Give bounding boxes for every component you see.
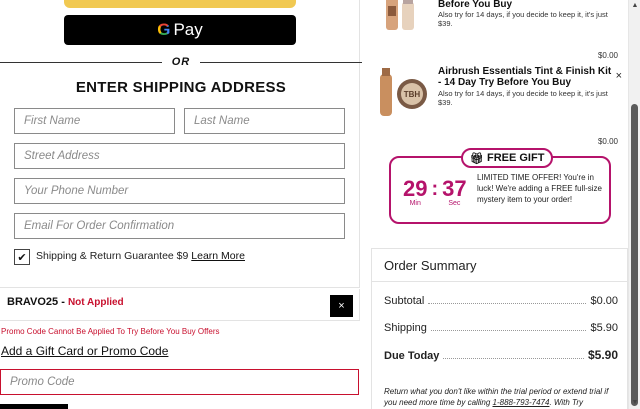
product-image: TBH [380, 68, 427, 116]
subtotal-row: Subtotal $0.00 [384, 295, 618, 307]
item-description: Also try for 14 days, if you decide to k… [438, 89, 608, 107]
minutes-label: Min [409, 200, 421, 207]
item-description: Also try for 14 days, if you decide to k… [438, 10, 608, 28]
paypal-button[interactable] [64, 0, 296, 8]
email-field[interactable]: Email For Order Confirmation [14, 213, 345, 239]
due-today-label: Due Today [384, 350, 440, 362]
divider-line [0, 61, 162, 63]
order-summary-title: Order Summary [384, 258, 477, 273]
free-gift-badge: 🎁︎ FREE GIFT [461, 148, 554, 168]
item-price: $0.00 [597, 51, 618, 60]
add-gift-card-link[interactable]: Add a Gift Card or Promo Code [1, 344, 168, 358]
scroll-down-icon[interactable]: ▼ [630, 399, 640, 407]
scroll-up-icon[interactable]: ▲ [630, 2, 640, 10]
countdown-timer: 29 Min : 37 Sec [403, 178, 467, 208]
cart-column: Before You Buy Also try for 14 days, if … [362, 0, 628, 409]
or-divider: OR [0, 55, 362, 69]
promo-error-message: Promo Code Cannot Be Applied To Try Befo… [1, 327, 220, 336]
checkout-column: G Pay OR ENTER SHIPPING ADDRESS First Na… [0, 0, 362, 409]
remove-promo-button[interactable]: × [330, 295, 353, 317]
item-price: $0.00 [597, 137, 618, 146]
last-name-field[interactable]: Last Name [184, 108, 345, 134]
promo-separator: - [58, 296, 68, 308]
gpay-label: Pay [173, 20, 203, 39]
gift-badge-label: FREE GIFT [486, 152, 545, 164]
minutes-value: 29 [403, 176, 428, 201]
subtotal-label: Subtotal [384, 295, 425, 307]
shipping-row: Shipping $5.90 [384, 322, 618, 334]
apply-promo-button[interactable] [0, 404, 68, 409]
promo-code: BRAVO25 [7, 296, 59, 308]
seconds-label: Sec [448, 200, 461, 207]
shipping-value: $5.90 [590, 322, 618, 334]
check-icon: ✔ [17, 251, 27, 264]
summary-divider [372, 281, 627, 282]
item-title: Before You Buy [438, 0, 513, 10]
remove-item-button[interactable]: × [616, 70, 622, 82]
timer-minutes: 29 Min [403, 178, 427, 208]
street-address-field[interactable]: Street Address [14, 143, 345, 169]
phone-field[interactable]: Your Phone Number [14, 178, 345, 204]
svg-text:TBH: TBH [404, 90, 421, 99]
scrollbar-thumb[interactable] [631, 104, 638, 406]
gift-offer-text: LIMITED TIME OFFER! You're in luck! We'r… [477, 173, 602, 204]
trial-note: Return what you don't like within the tr… [384, 386, 622, 408]
divider-line [200, 61, 362, 63]
due-today-row: Due Today $5.90 [384, 348, 618, 362]
dot-leader [443, 358, 584, 359]
shipping-label: Shipping [384, 322, 427, 334]
close-icon: × [615, 70, 622, 82]
page-scrollbar[interactable]: ▲ ▼ [628, 0, 640, 409]
dot-leader [430, 330, 587, 331]
dot-leader [428, 303, 587, 304]
guarantee-label: Shipping & Return Guarantee $9 Learn Mor… [36, 250, 245, 262]
item-title: Airbrush Essentials Tint & Finish Kit - … [438, 66, 612, 88]
cart-item: TBH Airbrush Essentials Tint & Finish Ki… [376, 64, 622, 124]
seconds-value: 37 [442, 176, 467, 201]
trial-note-tail: . With Try [549, 398, 583, 407]
close-icon: × [338, 300, 345, 312]
timer-colon: : [431, 178, 439, 200]
promo-code-input[interactable]: Promo Code [0, 369, 359, 395]
or-label: OR [171, 56, 191, 68]
guarantee-text: Shipping & Return Guarantee $9 [36, 250, 189, 262]
promo-status: Not Applied [67, 297, 124, 308]
support-phone-link[interactable]: 1-888-793-7474 [493, 398, 550, 407]
cart-item: Before You Buy Also try for 14 days, if … [376, 0, 622, 40]
learn-more-link[interactable]: Learn More [191, 250, 245, 262]
guarantee-checkbox[interactable]: ✔ [14, 249, 30, 265]
free-gift-card: 🎁︎ FREE GIFT 29 Min : 37 Sec LIMITED TIM… [389, 148, 611, 224]
google-g-icon: G [157, 20, 171, 39]
subtotal-value: $0.00 [590, 295, 618, 307]
gift-icon: 🎁︎ [470, 152, 484, 165]
due-today-value: $5.90 [587, 348, 618, 362]
promo-code-status: BRAVO25 - Not Applied [7, 296, 124, 308]
first-name-field[interactable]: First Name [14, 108, 175, 134]
timer-seconds: 37 Sec [442, 178, 466, 208]
product-image [386, 0, 414, 30]
order-summary: Order Summary Subtotal $0.00 Shipping $5… [371, 248, 628, 409]
google-pay-button[interactable]: G Pay [64, 15, 296, 45]
shipping-title: ENTER SHIPPING ADDRESS [75, 79, 287, 96]
